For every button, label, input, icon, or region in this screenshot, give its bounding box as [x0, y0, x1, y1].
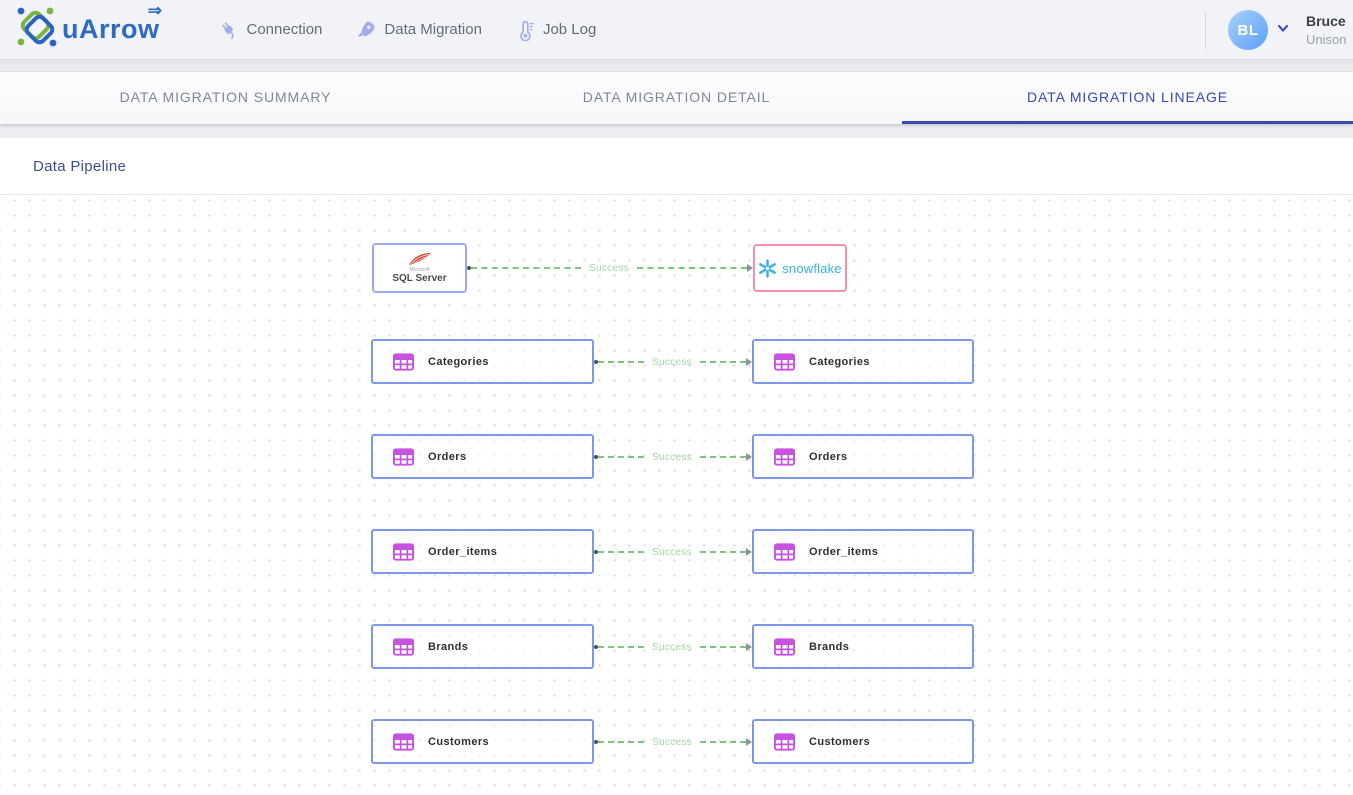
table-node-source-customers[interactable]: Customers	[371, 719, 594, 764]
target-node-label: snowflake	[782, 261, 842, 276]
table-node-label: Order_items	[428, 546, 497, 558]
title-bar: Data Pipeline	[0, 138, 1353, 195]
table-node-label: Order_items	[809, 546, 878, 558]
nav-item-job-log[interactable]: Job Log	[516, 19, 596, 41]
logo-arrow-glyph: ⇒	[148, 1, 163, 21]
snowflake-logo-icon	[758, 259, 777, 278]
nav-item-connection[interactable]: Connection	[218, 19, 323, 41]
user-menu: BL Bruce Unison	[1205, 0, 1346, 60]
tab-data-migration-detail[interactable]: DATA MIGRATION DETAIL	[451, 72, 902, 124]
edge-dashed-line	[700, 361, 746, 363]
tab-bar: DATA MIGRATION SUMMARY DATA MIGRATION DE…	[0, 72, 1353, 124]
edge-status-label: Success	[644, 737, 700, 748]
table-node-label: Categories	[809, 356, 870, 368]
table-icon	[773, 732, 796, 752]
rocket-icon	[356, 19, 377, 40]
main-nav: Connection Data Migration	[218, 19, 597, 41]
table-node-label: Orders	[428, 451, 466, 463]
tab-data-migration-summary[interactable]: DATA MIGRATION SUMMARY	[0, 72, 451, 124]
tab-data-migration-lineage[interactable]: DATA MIGRATION LINEAGE	[902, 72, 1353, 124]
source-node-sqlserver[interactable]: Microsoft SQL Server	[372, 243, 467, 293]
table-node-label: Customers	[809, 736, 870, 748]
uarrow-logo-icon	[14, 4, 60, 55]
edge-dashed-line	[598, 646, 644, 648]
user-names: Bruce Unison	[1306, 13, 1346, 47]
target-node-snowflake[interactable]: snowflake	[753, 244, 847, 292]
edge-source-target: Success	[467, 262, 753, 274]
table-node-label: Brands	[428, 641, 468, 653]
table-node-source-order-items[interactable]: Order_items	[371, 529, 594, 574]
edge-dashed-line	[598, 551, 644, 553]
edge-dashed-line	[598, 361, 644, 363]
table-icon	[392, 352, 415, 372]
sqlserver-logo-icon	[407, 252, 433, 267]
table-node-label: Categories	[428, 356, 489, 368]
edge-dashed-line	[598, 456, 644, 458]
table-icon	[773, 637, 796, 657]
edge-dashed-line	[598, 741, 644, 743]
table-icon	[773, 352, 796, 372]
user-name: Bruce	[1306, 13, 1346, 29]
table-node-label: Customers	[428, 736, 489, 748]
edge-dashed-line	[700, 741, 746, 743]
edge-table-order-items: Success	[594, 546, 752, 558]
table-node-source-brands[interactable]: Brands	[371, 624, 594, 669]
plug-icon	[218, 19, 240, 41]
source-node-label: SQL Server	[392, 273, 446, 284]
edge-dashed-line	[700, 551, 746, 553]
edge-status-label: Success	[644, 452, 700, 463]
nav-item-data-migration[interactable]: Data Migration	[356, 19, 482, 40]
nav-label: Connection	[247, 21, 323, 38]
edge-dashed-line	[637, 267, 747, 269]
table-node-target-orders[interactable]: Orders	[752, 434, 974, 479]
nav-label: Job Log	[543, 21, 596, 38]
edge-table-customers: Success	[594, 736, 752, 748]
edge-status-label: Success	[581, 263, 637, 274]
app-header: uArrow⇒ Connection	[0, 0, 1353, 60]
edge-dashed-line	[700, 646, 746, 648]
table-icon	[392, 542, 415, 562]
table-node-target-customers[interactable]: Customers	[752, 719, 974, 764]
edge-status-label: Success	[644, 642, 700, 653]
table-icon	[773, 542, 796, 562]
edge-dashed-line	[700, 456, 746, 458]
edge-status-label: Success	[644, 547, 700, 558]
app-logo[interactable]: uArrow⇒	[14, 4, 160, 55]
tabs-shadow-band	[0, 124, 1353, 138]
table-icon	[392, 732, 415, 752]
chevron-down-icon[interactable]	[1276, 21, 1290, 40]
table-node-label: Brands	[809, 641, 849, 653]
edge-table-categories: Success	[594, 356, 752, 368]
avatar[interactable]: BL	[1228, 10, 1268, 50]
edge-table-orders: Success	[594, 451, 752, 463]
user-org: Unison	[1306, 32, 1346, 47]
page-title: Data Pipeline	[33, 158, 126, 175]
edge-table-brands: Success	[594, 641, 752, 653]
thermometer-icon	[516, 19, 536, 41]
edge-dashed-line	[471, 267, 581, 269]
table-icon	[773, 447, 796, 467]
table-node-label: Orders	[809, 451, 847, 463]
table-icon	[392, 447, 415, 467]
edge-status-label: Success	[644, 357, 700, 368]
table-icon	[392, 637, 415, 657]
table-node-source-orders[interactable]: Orders	[371, 434, 594, 479]
lineage-canvas[interactable]: Microsoft SQL Server Success snowflake C…	[0, 195, 1353, 790]
table-node-target-brands[interactable]: Brands	[752, 624, 974, 669]
table-node-target-order-items[interactable]: Order_items	[752, 529, 974, 574]
header-shadow-band	[0, 60, 1353, 72]
table-node-target-categories[interactable]: Categories	[752, 339, 974, 384]
header-divider	[1205, 11, 1206, 49]
table-node-source-categories[interactable]: Categories	[371, 339, 594, 384]
logo-wordmark: uArrow⇒	[62, 14, 160, 45]
nav-label: Data Migration	[384, 21, 482, 38]
